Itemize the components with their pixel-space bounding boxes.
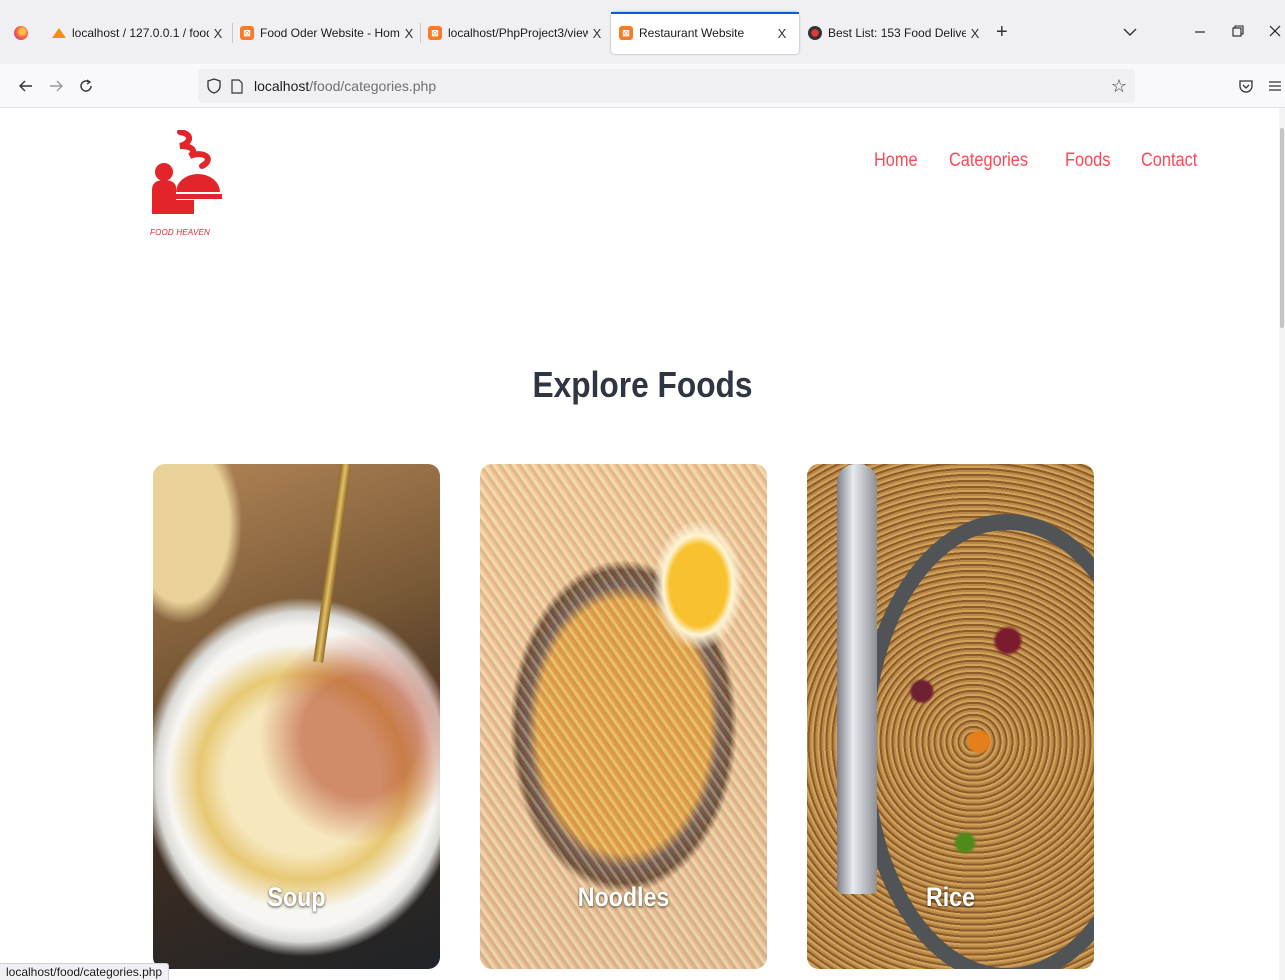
- category-label: Rice: [925, 882, 976, 912]
- browser-tab-bar: localhost / 127.0.0.1 / food_ord X ⊠ Foo…: [0, 0, 1285, 64]
- tab-title: Restaurant Website: [639, 26, 745, 40]
- category-label: Noodles: [577, 882, 670, 912]
- main-navigation: Home Categories Foods Contact: [874, 150, 1207, 172]
- category-card-noodles[interactable]: Noodles: [480, 464, 767, 969]
- page-scrollbar-thumb[interactable]: [1280, 128, 1284, 328]
- link-status-bar: localhost/food/categories.php: [0, 963, 170, 980]
- bestlist-icon: [808, 26, 822, 40]
- xampp-icon: ⊠: [428, 26, 442, 40]
- nav-categories-link[interactable]: Categories: [949, 150, 1028, 172]
- tab-close-icon[interactable]: X: [966, 26, 984, 41]
- nav-foods-link[interactable]: Foods: [1065, 150, 1110, 172]
- bookmark-star-icon[interactable]: ☆: [1111, 76, 1127, 97]
- tab-close-icon[interactable]: X: [209, 26, 227, 41]
- restore-window-icon[interactable]: [1228, 24, 1248, 41]
- tab-title: Food Oder Website - Home Pag: [260, 26, 400, 40]
- tab-phpproject3[interactable]: ⊠ localhost/PhpProject3/view/vie X: [428, 12, 606, 54]
- tab-separator: [232, 23, 233, 43]
- rice-photo-fork: [837, 464, 877, 894]
- nav-home-link[interactable]: Home: [874, 150, 918, 172]
- firefox-icon: [14, 26, 28, 40]
- close-window-icon[interactable]: [1265, 24, 1285, 41]
- tracking-protection-shield-icon[interactable]: [206, 78, 222, 94]
- new-tab-button[interactable]: +: [996, 22, 1008, 42]
- address-url: localhost/food/categories.php: [254, 78, 436, 94]
- page-content: FOOD HEAVEN Home Categories Foods Contac…: [0, 108, 1285, 980]
- back-arrow-icon[interactable]: [14, 74, 38, 98]
- nav-contact-link[interactable]: Contact: [1141, 150, 1197, 172]
- soup-photo-spoon: [313, 464, 351, 663]
- browser-navigation-toolbar: localhost/food/categories.php ☆: [0, 64, 1285, 108]
- forward-arrow-icon[interactable]: [44, 74, 68, 98]
- firefox-menu-button[interactable]: [14, 12, 34, 54]
- tab-title: Best List: 153 Food Delivery Bus: [828, 26, 966, 40]
- phpmyadmin-icon: [52, 26, 66, 40]
- category-label: Soup: [267, 882, 326, 912]
- logo-text: FOOD HEAVEN: [150, 228, 210, 237]
- application-menu-icon[interactable]: [1263, 74, 1285, 98]
- page-heading: Explore Foods: [532, 364, 753, 405]
- reload-icon[interactable]: [74, 74, 98, 98]
- tab-phpmyadmin[interactable]: localhost / 127.0.0.1 / food_ord X: [52, 12, 227, 54]
- xampp-icon: ⊠: [240, 26, 254, 40]
- category-card-rice[interactable]: Rice: [807, 464, 1094, 969]
- tab-food-oder-website[interactable]: ⊠ Food Oder Website - Home Pag X: [240, 12, 418, 54]
- minimize-window-icon[interactable]: [1190, 24, 1210, 41]
- category-card-soup[interactable]: Soup: [153, 464, 440, 969]
- page-scrollbar[interactable]: [1279, 108, 1285, 980]
- address-bar[interactable]: localhost/food/categories.php ☆: [198, 69, 1135, 103]
- tab-title: localhost/PhpProject3/view/vie: [448, 26, 588, 40]
- tab-separator: [420, 23, 421, 43]
- tab-close-icon[interactable]: X: [588, 26, 606, 41]
- tab-close-icon[interactable]: X: [773, 26, 791, 41]
- tab-restaurant-website[interactable]: ⊠ Restaurant Website X: [611, 12, 799, 54]
- food-heaven-logo-icon: [152, 129, 222, 214]
- tab-title: localhost / 127.0.0.1 / food_ord: [72, 26, 209, 40]
- address-path: /food/categories.php: [309, 78, 437, 94]
- site-logo[interactable]: FOOD HEAVEN: [150, 129, 222, 238]
- tab-best-list[interactable]: Best List: 153 Food Delivery Bus X: [808, 12, 984, 54]
- xampp-icon: ⊠: [619, 26, 633, 40]
- page-info-icon[interactable]: [230, 78, 244, 94]
- list-all-tabs-chevron-icon[interactable]: [1120, 24, 1140, 41]
- tab-close-icon[interactable]: X: [400, 26, 418, 41]
- pocket-icon[interactable]: [1234, 74, 1258, 98]
- address-host: localhost: [254, 78, 310, 94]
